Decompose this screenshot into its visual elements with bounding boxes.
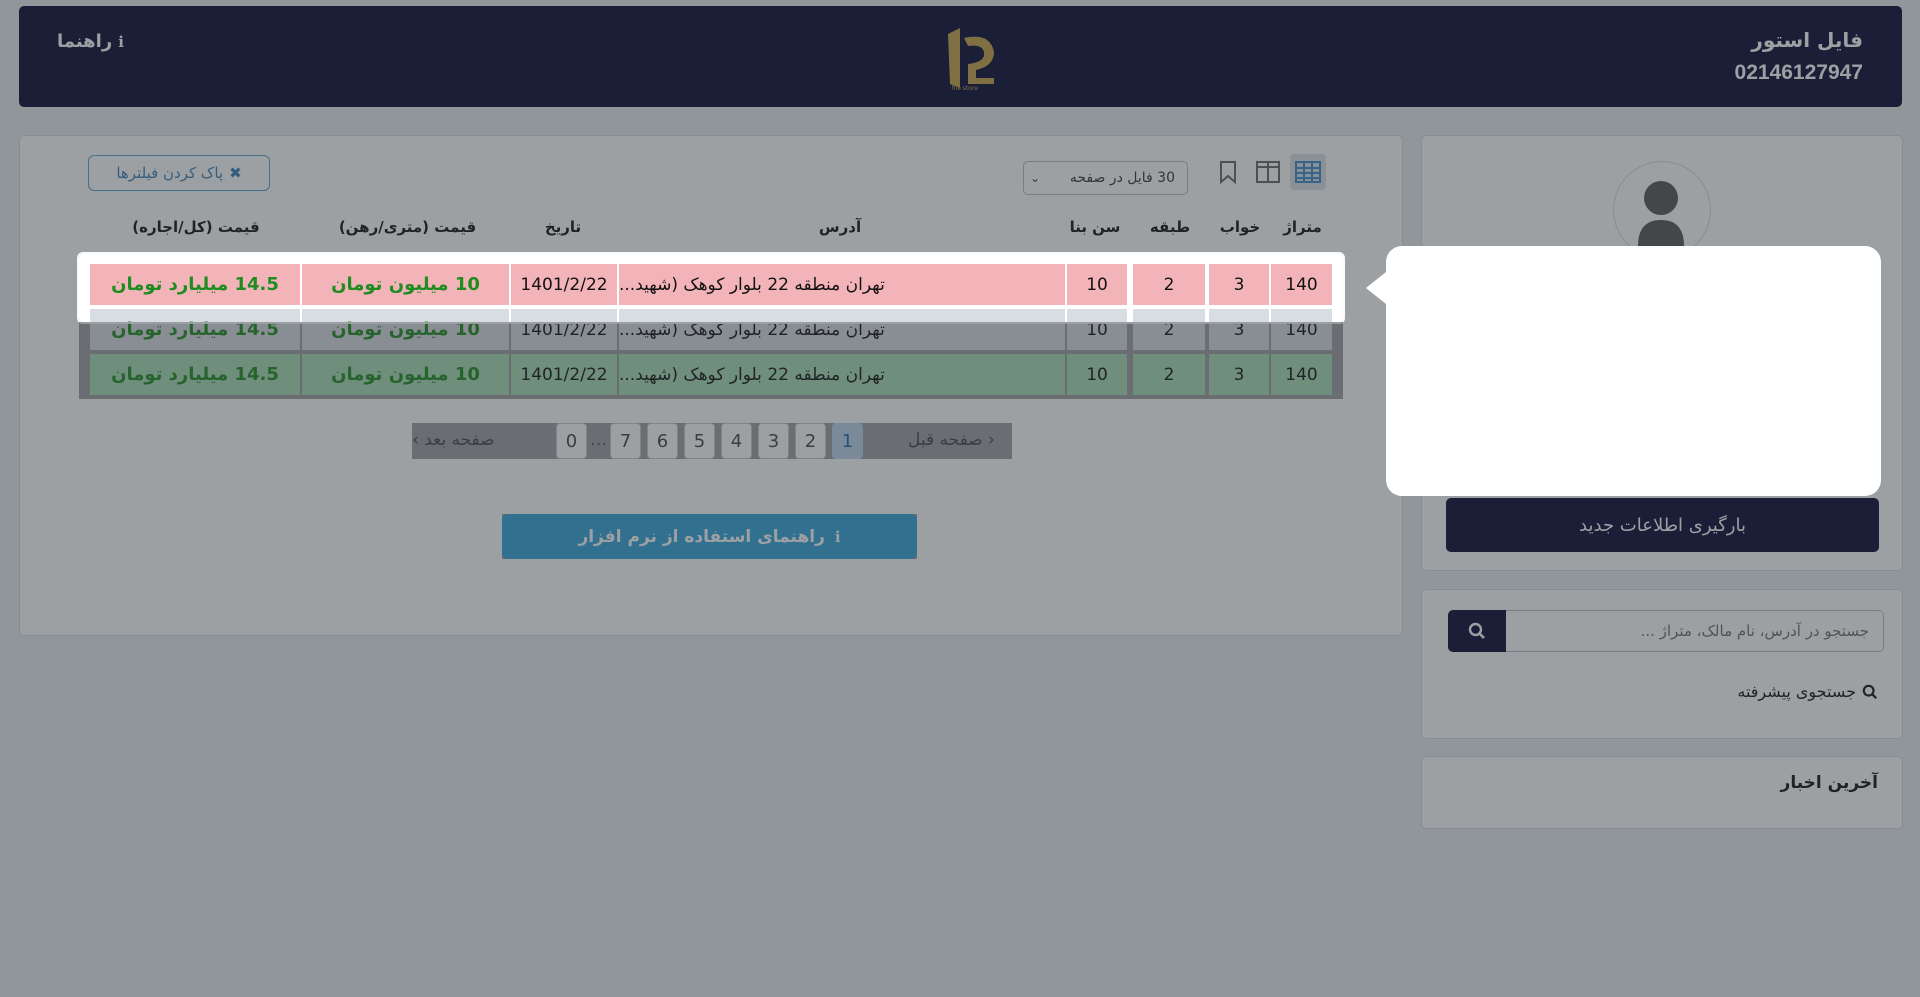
page-button[interactable]: 2 [795,423,826,459]
brand-phone: 02146127947 [1734,61,1863,84]
clear-filters-label: پاک کردن فیلترها [116,164,224,182]
header-date: تاریخ [544,218,582,236]
header-area: متراژ [1283,218,1322,236]
svg-text:file store: file store [952,85,979,92]
help-label: راهنما [57,31,113,52]
cell-total-price: 14.5 میلیارد تومان [90,354,300,395]
header-age: سن بنا [1069,218,1121,236]
info-icon: i [118,32,124,51]
page-button[interactable]: 6 [647,423,678,459]
header-address: آدرس [818,218,862,236]
chevron-down-icon: ⌄ [1030,171,1041,185]
load-new-data-label: بارگیری اطلاعات جدید [1579,514,1746,536]
page-button[interactable]: 3 [758,423,789,459]
search-icon [1468,622,1485,639]
help-link[interactable]: i راهنما [57,31,124,52]
cell-floor: 2 [1133,354,1205,395]
search-icon [1862,684,1878,699]
tour-tooltip [1366,246,1881,496]
logo: file store [948,28,994,92]
header-unit-price: قیمت (متری/رهن) [338,218,477,236]
user-guide-label: راهنمای استفاده از نرم افزار [578,526,825,547]
cell-address: تهران منطقه 22 بلوار کوهک (شهید... [619,354,1065,395]
next-page-link[interactable]: صفحه بعد › [412,430,495,450]
tooltip-arrow [1366,272,1386,304]
top-header: فایل استور 02146127947 file store i راهن… [19,6,1902,107]
user-guide-button[interactable]: i راهنمای استفاده از نرم افزار [502,514,917,559]
search-input[interactable] [1505,610,1884,652]
split-view-icon [1256,161,1280,183]
header-total-price: قیمت (کل/اجاره) [132,218,260,236]
pagination-ellipsis: ... [590,429,608,450]
table-view-button[interactable] [1290,154,1326,190]
pagination: 1 2 3 4 5 6 7... 0 ‹ صفحه قبل صفحه بعد › [412,423,1012,459]
clear-filters-button[interactable]: ✖ پاک کردن فیلترها [88,155,270,191]
brand-name: فایل استور [1751,28,1863,52]
table-view-icon [1295,161,1321,183]
table-row[interactable]: 140 3 2 10 تهران منطقه 22 بلوار کوهک (شهید..… [90,354,1332,395]
news-panel: آخرین اخبار [1421,756,1903,829]
page-button[interactable]: 4 [721,423,752,459]
tour-spotlight-border [79,254,1343,322]
bookmark-icon [1220,161,1236,184]
avatar[interactable] [1613,161,1711,259]
user-icon [1638,181,1684,246]
cell-age: 10 [1067,354,1127,395]
cell-date: 1401/2/22 [511,354,617,395]
prev-page-link[interactable]: ‹ صفحه قبل [908,430,995,450]
cell-area: 140 [1271,354,1332,395]
page-button[interactable]: 1 [832,423,863,459]
advanced-search-link[interactable]: جستجوی پیشرفته [1737,682,1878,701]
cell-beds: 3 [1209,354,1269,395]
page-button[interactable]: 5 [684,423,715,459]
news-title: آخرین اخبار [1780,773,1878,793]
per-page-select[interactable]: 30 فایل در صفحه ⌄ [1023,161,1188,195]
close-icon: ✖ [229,164,242,182]
search-panel: جستجوی پیشرفته [1421,589,1903,739]
header-floor: طبقه [1149,218,1191,236]
per-page-label: 30 فایل در صفحه [1069,170,1175,186]
bookmark-button[interactable] [1210,154,1246,190]
page-button[interactable]: 7 [610,423,641,459]
advanced-search-label: جستجوی پیشرفته [1737,682,1856,701]
info-icon: i [834,527,841,546]
table-header: متراژ خواب طبقه سن بنا آدرس تاریخ قیمت (… [91,218,1333,248]
header-beds: خواب [1219,218,1261,236]
page-button[interactable]: 0 [556,423,587,459]
split-view-button[interactable] [1250,154,1286,190]
load-new-data-button[interactable]: بارگیری اطلاعات جدید [1446,498,1879,552]
search-box [1448,610,1884,652]
cell-unit-price: 10 میلیون تومان [302,354,509,395]
search-button[interactable] [1448,610,1506,652]
